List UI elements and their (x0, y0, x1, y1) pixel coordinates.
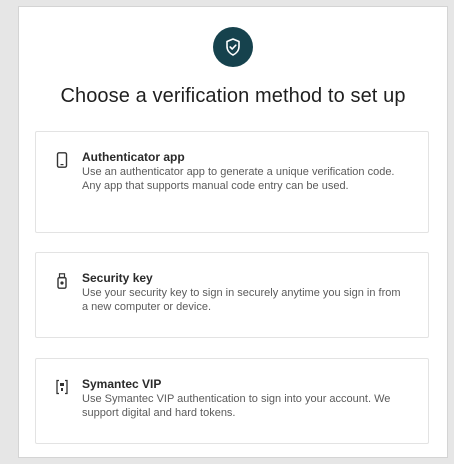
option-title: Authenticator app (82, 150, 185, 164)
security-key-icon (55, 273, 69, 289)
option-symantec-vip[interactable]: Symantec VIP Use Symantec VIP authentica… (35, 358, 429, 444)
option-description: Use Symantec VIP authentication to sign … (82, 393, 391, 419)
option-authenticator-app[interactable]: Authenticator app Use an authenticator a… (35, 131, 429, 233)
option-title: Security key (82, 271, 153, 285)
page-title: Choose a verification method to set up (60, 85, 406, 107)
symantec-vip-icon (55, 379, 69, 395)
option-security-key[interactable]: Security key Use your security key to si… (35, 252, 429, 338)
option-title: Symantec VIP (82, 377, 162, 391)
option-description: Use your security key to sign in securel… (82, 287, 401, 313)
phone-icon (55, 152, 69, 168)
shield-check-icon (213, 27, 253, 67)
verification-method-card: Choose a verification method to set up A… (18, 6, 448, 458)
option-description: Use an authenticator app to generate a u… (82, 166, 395, 192)
